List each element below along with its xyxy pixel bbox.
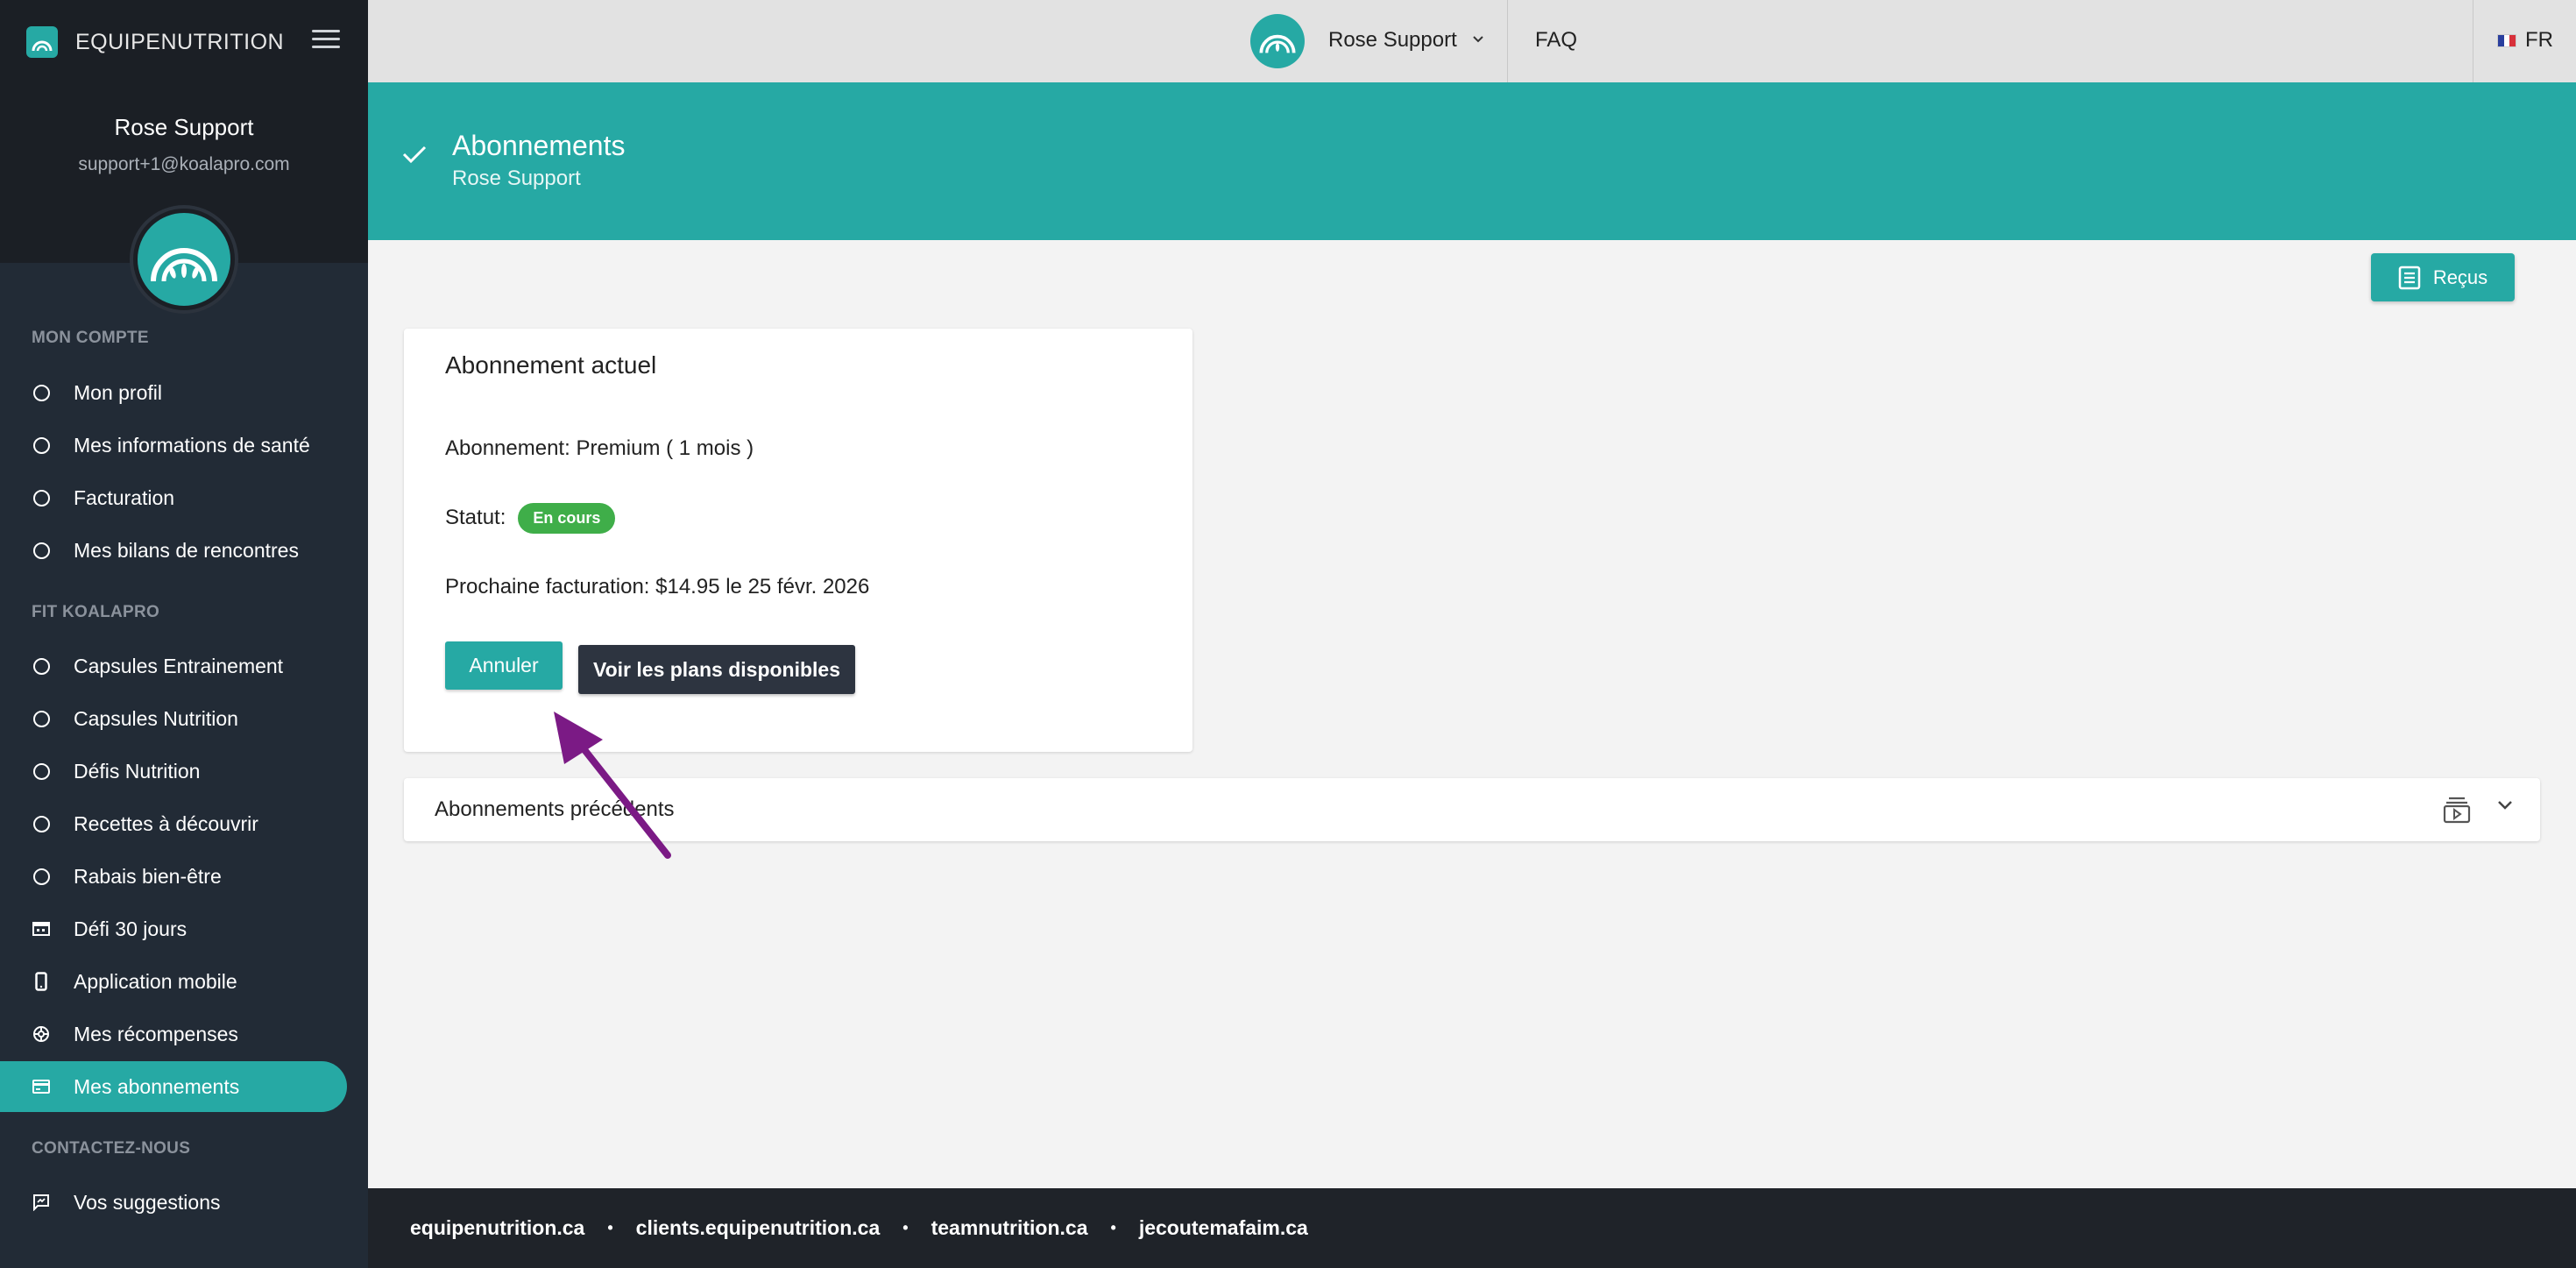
- subscriptions-icon: [2442, 796, 2472, 828]
- sidebar-item-label: Mes abonnements: [74, 1074, 240, 1098]
- card-title: Abonnement actuel: [445, 351, 657, 379]
- annotation-arrow-icon: [554, 712, 671, 859]
- phone-icon: [32, 972, 51, 991]
- status-badge: En cours: [518, 503, 616, 534]
- sidebar-item-label: Recettes à découvrir: [74, 811, 258, 835]
- subscription-status: Statut: En cours: [445, 503, 616, 534]
- top-bar: Rose Support FAQ FR: [368, 0, 2576, 84]
- footer: equipenutrition.ca • clients.equipenutri…: [368, 1188, 2576, 1268]
- chevron-down-icon[interactable]: [1472, 30, 1484, 48]
- page-subtitle: Rose Support: [452, 166, 581, 190]
- sidebar-item-label: Rabais bien-être: [74, 864, 222, 888]
- receipts-button-label: Reçus: [2432, 266, 2488, 288]
- circle-icon: [32, 867, 51, 886]
- sidebar-user-email: support+1@koalapro.com: [78, 154, 290, 174]
- card-icon: [32, 1077, 51, 1096]
- chevron-down-icon[interactable]: [2496, 799, 2514, 816]
- sidebar-item-facturation[interactable]: Facturation: [0, 472, 347, 523]
- sidebar-item-bilans[interactable]: Mes bilans de rencontres: [0, 525, 347, 576]
- sidebar-item-recettes[interactable]: Recettes à découvrir: [0, 798, 347, 849]
- circle-icon: [32, 814, 51, 833]
- receipts-button[interactable]: Reçus: [2371, 253, 2515, 301]
- sidebar-item-mes-abonnements[interactable]: Mes abonnements: [0, 1061, 347, 1112]
- sidebar-item-application-mobile[interactable]: Application mobile: [0, 956, 347, 1007]
- sidebar-item-label: Mes bilans de rencontres: [74, 538, 299, 562]
- sidebar-item-label: Capsules Nutrition: [74, 706, 238, 730]
- circle-icon: [32, 656, 51, 676]
- circle-icon: [32, 762, 51, 781]
- check-icon: [401, 144, 428, 169]
- sidebar-item-recompenses[interactable]: Mes récompenses: [0, 1009, 347, 1059]
- award-icon: [32, 1024, 51, 1044]
- footer-link[interactable]: clients.equipenutrition.ca: [636, 1216, 881, 1240]
- avatar[interactable]: [133, 209, 235, 310]
- page-title: Abonnements: [452, 130, 626, 161]
- status-label: Statut:: [445, 505, 506, 529]
- brand-name: EQUIPENUTRITION: [75, 29, 285, 54]
- sidebar-item-label: Défi 30 jours: [74, 917, 188, 940]
- sidebar-item-label: Capsules Entrainement: [74, 654, 284, 677]
- language-selector[interactable]: FR: [2497, 28, 2553, 53]
- sidebar-item-label: Application mobile: [74, 969, 237, 993]
- sidebar-item-sante[interactable]: Mes informations de santé: [0, 420, 347, 471]
- menu-toggle-icon[interactable]: [312, 30, 340, 53]
- cancel-button[interactable]: Annuler: [445, 641, 563, 690]
- sidebar-item-capsules-entrainement[interactable]: Capsules Entrainement: [0, 641, 347, 691]
- sidebar-user-name: Rose Support: [114, 114, 254, 140]
- footer-link[interactable]: jecoutemafaim.ca: [1139, 1216, 1308, 1240]
- view-plans-button[interactable]: Voir les plans disponibles: [578, 645, 855, 694]
- sidebar-item-capsules-nutrition[interactable]: Capsules Nutrition: [0, 693, 347, 744]
- separator-dot: •: [607, 1219, 613, 1236]
- divider: [1507, 0, 1508, 82]
- footer-link[interactable]: equipenutrition.ca: [410, 1216, 584, 1240]
- page-header: Abonnements Rose Support: [368, 84, 2576, 240]
- circle-icon: [32, 436, 51, 455]
- circle-icon: [32, 709, 51, 728]
- user-menu-button[interactable]: Rose Support: [1328, 28, 1457, 53]
- calendar-icon: [32, 919, 51, 939]
- separator-dot: •: [1110, 1219, 1116, 1236]
- subscription-plan: Abonnement: Premium ( 1 mois ): [445, 436, 754, 460]
- sidebar-item-label: Mes récompenses: [74, 1022, 238, 1045]
- section-title-contactez-nous: CONTACTEZ-NOUS: [32, 1139, 191, 1158]
- circle-icon: [32, 488, 51, 507]
- footer-link[interactable]: teamnutrition.ca: [931, 1216, 1088, 1240]
- sidebar-item-mon-profil[interactable]: Mon profil: [0, 367, 347, 418]
- sidebar-item-defi-30-jours[interactable]: Défi 30 jours: [0, 903, 347, 954]
- separator-dot: •: [902, 1219, 909, 1236]
- circle-icon: [32, 383, 51, 402]
- sidebar-item-rabais[interactable]: Rabais bien-être: [0, 851, 347, 902]
- next-billing: Prochaine facturation: $14.95 le 25 févr…: [445, 575, 870, 599]
- previous-subscriptions-accordion[interactable]: Abonnements précédents: [404, 778, 2540, 841]
- section-title-mon-compte: MON COMPTE: [32, 329, 149, 347]
- sidebar-item-label: Mes informations de santé: [74, 433, 310, 457]
- faq-link[interactable]: FAQ: [1535, 28, 1577, 53]
- section-title-fit-koalapro: FIT KOALAPRO: [32, 603, 160, 621]
- feedback-icon: [32, 1193, 51, 1212]
- brand[interactable]: EQUIPENUTRITION: [26, 25, 284, 60]
- sidebar-item-label: Facturation: [74, 485, 175, 509]
- brand-logo-icon: [26, 26, 58, 58]
- sidebar-item-label: Défis Nutrition: [74, 759, 201, 783]
- current-subscription-card: Abonnement actuel Abonnement: Premium ( …: [404, 329, 1192, 752]
- sidebar-item-label: Mon profil: [74, 380, 162, 404]
- language-label: FR: [2525, 28, 2553, 52]
- receipt-icon: [2398, 266, 2421, 289]
- avatar[interactable]: [1250, 14, 1305, 68]
- french-flag-icon: [2497, 33, 2516, 47]
- sidebar-item-defis-nutrition[interactable]: Défis Nutrition: [0, 746, 347, 797]
- sidebar-item-label: Vos suggestions: [74, 1190, 221, 1214]
- sidebar: EQUIPENUTRITION Rose Support support+1@k…: [0, 0, 368, 1268]
- sidebar-item-suggestions[interactable]: Vos suggestions: [0, 1177, 347, 1228]
- circle-icon: [32, 541, 51, 560]
